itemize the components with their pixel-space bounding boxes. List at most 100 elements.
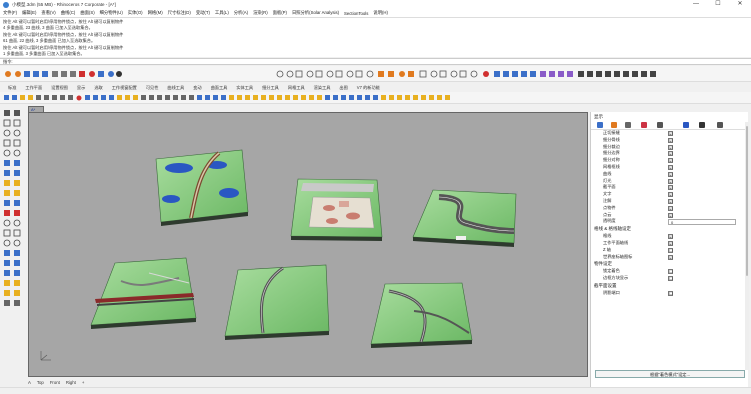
checkbox[interactable]: ☑ bbox=[668, 171, 673, 177]
toolbar-tabs: 标准 工作平面 设置视图 显示 选取 工作视窗配置 可见性 曲线工具 变动 曲面… bbox=[0, 83, 751, 92]
maximize-button[interactable]: ☐ bbox=[707, 0, 729, 9]
menu-solid[interactable]: 实体(O) bbox=[128, 10, 143, 16]
checkbox[interactable]: ☑ bbox=[668, 198, 673, 204]
menu-bar: 文件(F) 编辑(E) 查看(V) 曲线(C) 曲面(S) 细分物件(U) 实体… bbox=[0, 9, 751, 17]
render-icon[interactable] bbox=[683, 122, 689, 128]
menu-panels[interactable]: 面板(P) bbox=[273, 10, 287, 16]
tab-viewport-right[interactable]: Right bbox=[66, 380, 76, 385]
command-prompt: 指令: bbox=[3, 59, 13, 64]
menu-analyze[interactable]: 分析(A) bbox=[234, 10, 248, 16]
checkbox[interactable]: ☑ bbox=[668, 178, 673, 184]
checkbox[interactable]: ☑ bbox=[668, 234, 673, 240]
tab-new-in-v7[interactable]: V7 的新功能 bbox=[357, 85, 380, 91]
menu-dimension[interactable]: 尺寸标注(D) bbox=[168, 10, 191, 16]
row-points: 点物件 ☑ bbox=[603, 204, 673, 211]
standard-toolbar-icons[interactable] bbox=[0, 92, 751, 104]
properties-icon[interactable] bbox=[597, 122, 603, 128]
row-world-axes-icon: 世界座标轴图标 ☑ bbox=[603, 253, 673, 260]
tab-mesh-tools[interactable]: 网格工具 bbox=[288, 85, 305, 91]
tab-standard[interactable]: 标准 bbox=[8, 85, 16, 91]
checkbox[interactable]: ☑ bbox=[668, 158, 673, 164]
checkbox[interactable]: ☐ bbox=[668, 269, 673, 275]
layers-icon[interactable] bbox=[611, 122, 617, 128]
monitor-icon[interactable] bbox=[717, 122, 723, 128]
tab-viewport-front[interactable]: Front bbox=[50, 380, 60, 385]
tab-cplanes[interactable]: 工作平面 bbox=[25, 85, 42, 91]
checkbox[interactable]: ☑ bbox=[668, 240, 673, 246]
menu-edit[interactable]: 编辑(E) bbox=[22, 10, 36, 16]
menu-render[interactable]: 渲染(R) bbox=[253, 10, 268, 16]
tab-viewport-a[interactable]: A bbox=[28, 380, 31, 385]
minimize-button[interactable]: — bbox=[685, 0, 707, 9]
tab-display[interactable]: 显示 bbox=[77, 85, 85, 91]
row-shadow-port: 阴影端口 ☐ bbox=[603, 289, 673, 296]
menu-sectiontools[interactable]: SectionTools bbox=[344, 11, 368, 16]
tab-solid-tools[interactable]: 实体工具 bbox=[236, 85, 253, 91]
materials-icon[interactable] bbox=[641, 122, 647, 128]
section-clipping-settings[interactable]: 截平面设置 bbox=[591, 282, 748, 290]
menu-mesh[interactable]: 网格(M) bbox=[148, 10, 163, 16]
menu-file[interactable]: 文件(F) bbox=[3, 10, 17, 16]
left-toolbar-icons[interactable] bbox=[0, 106, 27, 376]
command-history: 按住 Alt 键可以暂时启用/停用物件锁点，按住 Alt 键可以复制物件 4 多… bbox=[0, 17, 751, 57]
menu-surface[interactable]: 曲面(S) bbox=[80, 10, 94, 16]
viewport-tabs: A Top Front Right + bbox=[28, 378, 588, 386]
checkbox[interactable]: ☑ bbox=[668, 205, 673, 211]
display-icon[interactable] bbox=[625, 122, 631, 128]
checkbox[interactable]: ☑ bbox=[668, 131, 673, 136]
checkbox[interactable]: ☑ bbox=[668, 254, 673, 260]
add-viewport-button[interactable]: + bbox=[82, 380, 85, 385]
checkbox[interactable]: ☑ bbox=[668, 151, 673, 157]
scrollbar-thumb[interactable] bbox=[745, 126, 749, 276]
tab-select[interactable]: 选取 bbox=[94, 85, 102, 91]
tab-transform[interactable]: 变动 bbox=[193, 85, 201, 91]
menu-solar-analysis[interactable]: 日照分析(Solar Analysis) bbox=[292, 10, 339, 16]
tab-viewport-top[interactable]: Top bbox=[37, 380, 44, 385]
menu-subd[interactable]: 细分物件(U) bbox=[100, 10, 123, 16]
tab-set-view[interactable]: 设置视图 bbox=[51, 85, 68, 91]
row-cplane-axes: 工作平面轴线 ☑ bbox=[603, 239, 673, 246]
menu-view[interactable]: 查看(V) bbox=[41, 10, 55, 16]
checkbox[interactable]: ☐ bbox=[668, 247, 673, 253]
window-title: 小模型.3dm (55 MB) - Rhinoceros 7 Corporate… bbox=[12, 1, 116, 7]
row-mesh-wires: 网格框线 ☑ bbox=[603, 163, 673, 170]
checkbox[interactable]: ☑ bbox=[668, 212, 673, 218]
display-panel: 显示 正切接缝 ☑ 细分骨线 ☑ 细分裁边 ☑ 细分边界 ☑ 细分对称 ☑ 网格框线 ☑ 曲… bbox=[590, 112, 748, 387]
menu-curve[interactable]: 曲线(C) bbox=[61, 10, 76, 16]
left-toolbar bbox=[0, 106, 27, 376]
model-2-plaza bbox=[290, 178, 383, 241]
menu-transform[interactable]: 变动(T) bbox=[196, 10, 210, 16]
checkbox[interactable]: ☑ bbox=[668, 185, 673, 191]
panel-scrollbar[interactable] bbox=[745, 122, 749, 370]
menu-help[interactable]: 说明(H) bbox=[373, 10, 388, 16]
tab-render-tools[interactable]: 渲染工具 bbox=[314, 85, 331, 91]
shading-mode-settings-button[interactable]: 根据"着色模式"设定... bbox=[595, 370, 745, 378]
tab-surface-tools[interactable]: 曲面工具 bbox=[211, 85, 228, 91]
close-button[interactable]: ✕ bbox=[729, 0, 751, 9]
camera-icon[interactable] bbox=[699, 122, 705, 128]
menu-tools[interactable]: 工具(L) bbox=[215, 10, 229, 16]
checkbox[interactable]: ☑ bbox=[668, 164, 673, 170]
standard-toolbar bbox=[0, 92, 751, 104]
checkbox[interactable]: ☑ bbox=[668, 144, 673, 150]
tab-viewport-layout[interactable]: 工作视窗配置 bbox=[112, 85, 137, 91]
checkbox[interactable]: ☐ bbox=[668, 276, 673, 282]
panel-title: 显示 bbox=[594, 114, 603, 119]
transparency-input[interactable]: 0 bbox=[668, 218, 736, 225]
checkbox[interactable]: ☐ bbox=[668, 290, 673, 296]
model-1-bridge bbox=[155, 149, 249, 226]
tab-curve-tools[interactable]: 曲线工具 bbox=[167, 85, 184, 91]
checkbox[interactable]: ☑ bbox=[668, 137, 673, 143]
section-grid[interactable]: 格线 & 格线轴设定 bbox=[591, 225, 748, 233]
command-input[interactable]: 指令: bbox=[0, 58, 751, 65]
perspective-viewport[interactable] bbox=[28, 112, 588, 377]
main-toolbar-icons[interactable] bbox=[0, 66, 751, 82]
tab-drafting[interactable]: 出图 bbox=[339, 85, 347, 91]
main-toolbar bbox=[0, 66, 751, 82]
row-bounding-box: 边框方块显示 ☐ bbox=[603, 275, 673, 282]
tab-subd-tools[interactable]: 细分工具 bbox=[262, 85, 279, 91]
environment-icon[interactable] bbox=[657, 122, 663, 128]
checkbox[interactable]: ☑ bbox=[668, 192, 673, 198]
tab-visibility[interactable]: 可见性 bbox=[146, 85, 159, 91]
row-text: 文字 ☑ bbox=[603, 191, 673, 198]
